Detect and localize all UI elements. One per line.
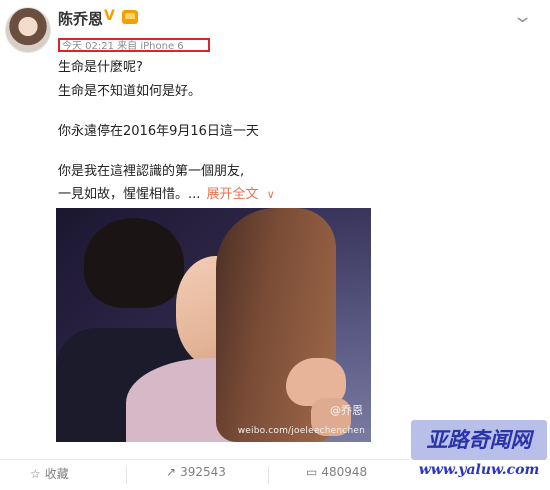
expand-button[interactable]: 展开全文 [207, 187, 259, 202]
site-watermark: 亚路奇闻网 www.yaluw.com [409, 416, 549, 488]
chevron-down-icon[interactable]: ∨ [267, 188, 275, 201]
crown-icon [122, 10, 138, 24]
favorite-label: 收藏 [44, 467, 69, 481]
man-hair [84, 218, 184, 308]
repost-button[interactable]: ↗ 392543 [166, 465, 226, 479]
post-timestamp[interactable]: 今天 02:21 来自 iPhone 6 [58, 38, 210, 52]
comment-count: 480948 [321, 465, 368, 479]
image-watermark-handle: @乔恩 [330, 404, 363, 417]
comment-icon: ▭ [306, 465, 318, 479]
watermark-site-name: 亚路奇闻网 [411, 420, 547, 460]
divider [268, 466, 269, 484]
favorite-button[interactable]: ☆ 收藏 [30, 465, 69, 482]
chevron-down-icon[interactable]: ⌄ [512, 6, 533, 27]
post-image[interactable]: @乔恩 weibo.com/joeleechenchen [56, 208, 371, 442]
image-watermark-url: weibo.com/joeleechenchen [237, 426, 365, 436]
repost-count: 392543 [180, 465, 226, 479]
verified-icon: V [104, 8, 115, 24]
repost-icon: ↗ [166, 465, 177, 479]
username[interactable]: 陈乔恩 [58, 8, 103, 29]
post-line: 生命是什麼呢? [58, 60, 143, 75]
star-icon: ☆ [30, 467, 41, 481]
divider [126, 466, 127, 484]
avatar[interactable] [5, 7, 51, 53]
watermark-site-url: www.yaluw.com [418, 462, 540, 478]
comment-button[interactable]: ▭ 480948 [306, 465, 367, 479]
post-line: 生命是不知道如何是好。 [58, 84, 202, 99]
post-line: 你永遠停在2016年9月16日這一天 [58, 124, 259, 139]
post-line: 你是我在這裡認識的第一個朋友, [58, 164, 245, 179]
post-line-last: 一見如故，惺惺相惜。... 展开全文 ∨ [58, 183, 275, 202]
post-line-text: 一見如故，惺惺相惜。... [58, 187, 201, 202]
